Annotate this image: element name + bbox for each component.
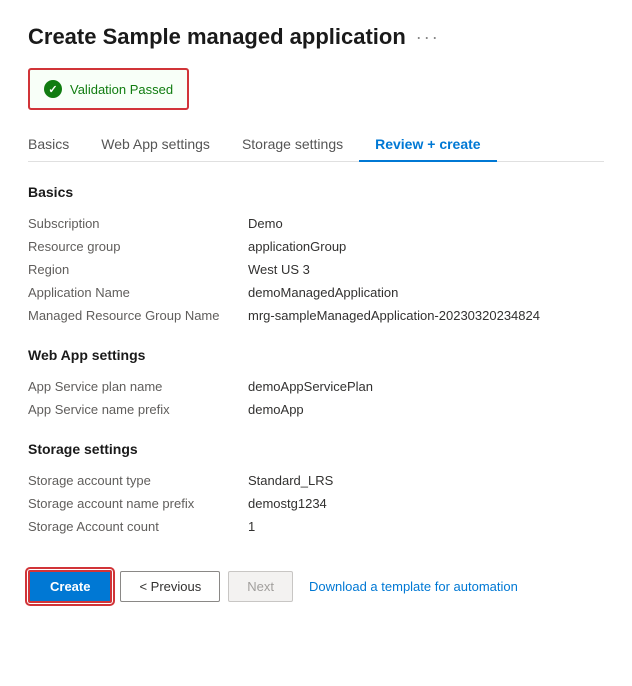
storage-section-title: Storage settings xyxy=(28,441,604,457)
application-name-value: demoManagedApplication xyxy=(248,281,604,304)
previous-button[interactable]: < Previous xyxy=(120,571,220,602)
webapp-table: App Service plan name demoAppServicePlan… xyxy=(28,375,604,421)
next-button: Next xyxy=(228,571,293,602)
table-row: App Service name prefix demoApp xyxy=(28,398,604,421)
table-row: App Service plan name demoAppServicePlan xyxy=(28,375,604,398)
tab-basics[interactable]: Basics xyxy=(28,128,85,162)
footer-buttons: Create < Previous Next Download a templa… xyxy=(28,570,604,603)
create-button[interactable]: Create xyxy=(28,570,112,603)
table-row: Subscription Demo xyxy=(28,212,604,235)
region-label: Region xyxy=(28,258,248,281)
table-row: Storage Account count 1 xyxy=(28,515,604,538)
table-row: Application Name demoManagedApplication xyxy=(28,281,604,304)
storage-prefix-label: Storage account name prefix xyxy=(28,492,248,515)
resource-group-value: applicationGroup xyxy=(248,235,604,258)
download-template-link[interactable]: Download a template for automation xyxy=(309,579,518,594)
validation-banner: Validation Passed xyxy=(28,68,189,110)
app-service-prefix-value: demoApp xyxy=(248,398,604,421)
region-value: West US 3 xyxy=(248,258,604,281)
page-title-dots: ··· xyxy=(416,27,440,48)
tab-review-create[interactable]: Review + create xyxy=(359,128,496,162)
table-row: Managed Resource Group Name mrg-sampleMa… xyxy=(28,304,604,327)
subscription-value: Demo xyxy=(248,212,604,235)
storage-count-value: 1 xyxy=(248,515,604,538)
storage-type-value: Standard_LRS xyxy=(248,469,604,492)
subscription-label: Subscription xyxy=(28,212,248,235)
basics-table: Subscription Demo Resource group applica… xyxy=(28,212,604,327)
app-service-plan-label: App Service plan name xyxy=(28,375,248,398)
application-name-label: Application Name xyxy=(28,281,248,304)
table-row: Resource group applicationGroup xyxy=(28,235,604,258)
storage-table: Storage account type Standard_LRS Storag… xyxy=(28,469,604,538)
tab-storage-settings[interactable]: Storage settings xyxy=(226,128,359,162)
validation-text: Validation Passed xyxy=(70,82,173,97)
basics-section-title: Basics xyxy=(28,184,604,200)
webapp-section-title: Web App settings xyxy=(28,347,604,363)
page-title: Create Sample managed application ··· xyxy=(28,24,604,50)
tab-webapp-settings[interactable]: Web App settings xyxy=(85,128,226,162)
table-row: Storage account type Standard_LRS xyxy=(28,469,604,492)
page-title-text: Create Sample managed application xyxy=(28,24,406,50)
storage-type-label: Storage account type xyxy=(28,469,248,492)
storage-prefix-value: demostg1234 xyxy=(248,492,604,515)
managed-rg-value: mrg-sampleManagedApplication-20230320234… xyxy=(248,304,604,327)
app-service-plan-value: demoAppServicePlan xyxy=(248,375,604,398)
app-service-prefix-label: App Service name prefix xyxy=(28,398,248,421)
resource-group-label: Resource group xyxy=(28,235,248,258)
managed-rg-label: Managed Resource Group Name xyxy=(28,304,248,327)
tab-bar: Basics Web App settings Storage settings… xyxy=(28,128,604,162)
storage-count-label: Storage Account count xyxy=(28,515,248,538)
validation-check-icon xyxy=(44,80,62,98)
table-row: Storage account name prefix demostg1234 xyxy=(28,492,604,515)
table-row: Region West US 3 xyxy=(28,258,604,281)
